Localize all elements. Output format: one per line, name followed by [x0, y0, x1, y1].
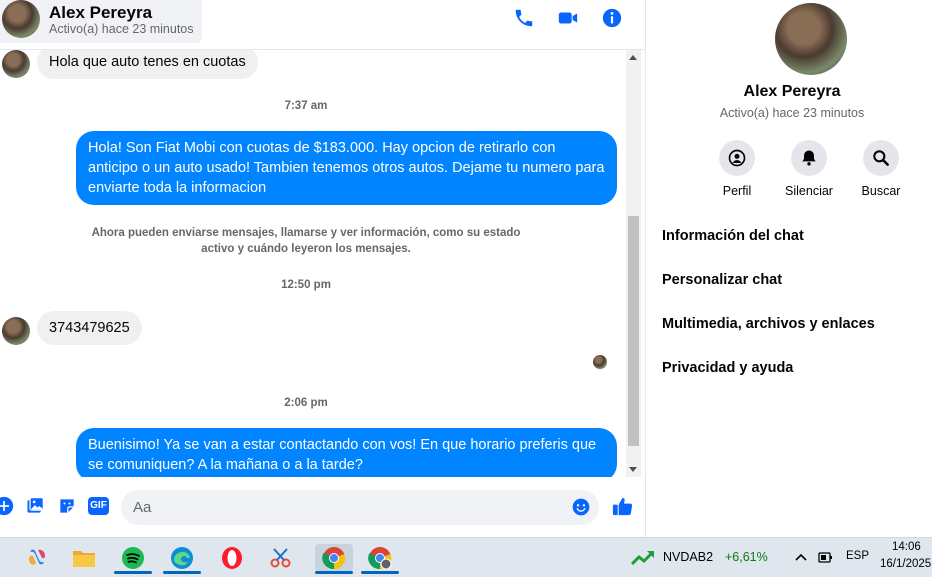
- bell-icon[interactable]: [791, 140, 827, 176]
- message-input[interactable]: [121, 490, 599, 525]
- profile-action-button[interactable]: Perfil: [702, 140, 772, 198]
- chevron-up-icon[interactable]: [795, 552, 807, 562]
- app-running-indicator: [361, 571, 399, 574]
- mute-action-button[interactable]: Silenciar: [774, 140, 844, 198]
- app-running-indicator: [163, 571, 201, 574]
- copilot-icon[interactable]: [22, 544, 52, 572]
- composer: GIF: [0, 477, 645, 537]
- menu-customize-chat[interactable]: Personalizar chat: [662, 272, 782, 288]
- system-notice: Ahora pueden enviarse mensajes, llamarse…: [91, 227, 521, 255]
- incoming-message[interactable]: 3743479625: [37, 311, 142, 345]
- info-icon[interactable]: [601, 7, 623, 29]
- app-running-indicator: [114, 571, 152, 574]
- search-action-label: Buscar: [861, 184, 901, 198]
- file-explorer-icon[interactable]: [69, 544, 99, 572]
- profile-name: Alex Pereyra: [743, 83, 841, 100]
- seen-indicator-avatar: [593, 355, 607, 369]
- message-scrollbar[interactable]: [626, 50, 641, 477]
- chrome-profile-icon[interactable]: [361, 544, 399, 574]
- contact-name[interactable]: Alex Pereyra: [49, 3, 152, 23]
- thumbs-up-icon[interactable]: [611, 495, 634, 518]
- image-attach-icon[interactable]: [25, 496, 45, 516]
- windows-taskbar: NVDAB2 +6,61% ESP 14:06 16/1/2025: [0, 537, 932, 577]
- search-icon[interactable]: [863, 140, 899, 176]
- edge-browser-icon[interactable]: [163, 544, 201, 574]
- message-list[interactable]: Hola que auto tenes en cuotas 7:37 am Ho…: [0, 50, 626, 477]
- opera-browser-icon[interactable]: [217, 544, 247, 572]
- outgoing-message[interactable]: Hola! Son Fiat Mobi con cuotas de $183.0…: [76, 131, 617, 205]
- gif-button[interactable]: GIF: [88, 497, 109, 515]
- network-battery-icon[interactable]: [818, 549, 834, 565]
- app-running-indicator: [315, 571, 353, 574]
- spotify-icon[interactable]: [114, 544, 152, 574]
- search-action-button[interactable]: Buscar: [846, 140, 916, 198]
- menu-media-files-links[interactable]: Multimedia, archivos y enlaces: [662, 316, 875, 332]
- profile-status: Activo(a) hace 23 minutos: [719, 106, 865, 120]
- mute-action-label: Silenciar: [785, 184, 833, 198]
- stock-change[interactable]: +6,61%: [725, 550, 768, 564]
- contact-avatar[interactable]: [2, 0, 40, 38]
- message-timestamp: 2:06 pm: [284, 397, 328, 409]
- outgoing-message[interactable]: Buenisimo! Ya se van a estar contactando…: [76, 428, 617, 477]
- add-plus-icon[interactable]: [0, 496, 14, 516]
- video-call-icon[interactable]: [557, 7, 579, 29]
- emoji-icon[interactable]: [571, 497, 591, 517]
- snipping-tool-icon[interactable]: [266, 544, 296, 572]
- message-avatar[interactable]: [2, 317, 30, 345]
- contact-status: Activo(a) hace 23 minutos: [49, 22, 194, 36]
- sticker-icon[interactable]: [57, 496, 77, 516]
- menu-chat-info[interactable]: Información del chat: [662, 228, 804, 244]
- phone-icon[interactable]: [513, 7, 535, 29]
- chrome-browser-active-icon[interactable]: [315, 544, 353, 574]
- chat-header: Alex Pereyra Activo(a) hace 23 minutos: [0, 0, 645, 50]
- message-timestamp: 7:37 am: [284, 100, 328, 112]
- clock-time[interactable]: 14:06: [892, 541, 921, 553]
- stock-trend-icon[interactable]: [631, 550, 655, 566]
- profile-icon[interactable]: [719, 140, 755, 176]
- header-contact[interactable]: Alex Pereyra Activo(a) hace 23 minutos: [0, 0, 202, 43]
- messenger-window: Alex Pereyra Activo(a) hace 23 minutos H…: [0, 0, 932, 537]
- stock-symbol[interactable]: NVDAB2: [663, 550, 713, 564]
- message-timestamp: 12:50 pm: [281, 279, 331, 291]
- message-avatar[interactable]: [2, 50, 30, 78]
- scroll-down-arrow-icon[interactable]: [629, 467, 637, 472]
- menu-privacy-help[interactable]: Privacidad y ayuda: [662, 360, 793, 376]
- chat-details-panel: Alex Pereyra Activo(a) hace 23 minutos P…: [645, 0, 932, 537]
- language-indicator[interactable]: ESP: [846, 550, 869, 562]
- scroll-thumb[interactable]: [628, 216, 639, 446]
- clock-date[interactable]: 16/1/2025: [880, 558, 931, 570]
- profile-action-label: Perfil: [722, 184, 752, 198]
- incoming-message[interactable]: Hola que auto tenes en cuotas: [37, 50, 258, 79]
- profile-avatar[interactable]: [775, 3, 847, 75]
- scroll-up-arrow-icon[interactable]: [629, 55, 637, 60]
